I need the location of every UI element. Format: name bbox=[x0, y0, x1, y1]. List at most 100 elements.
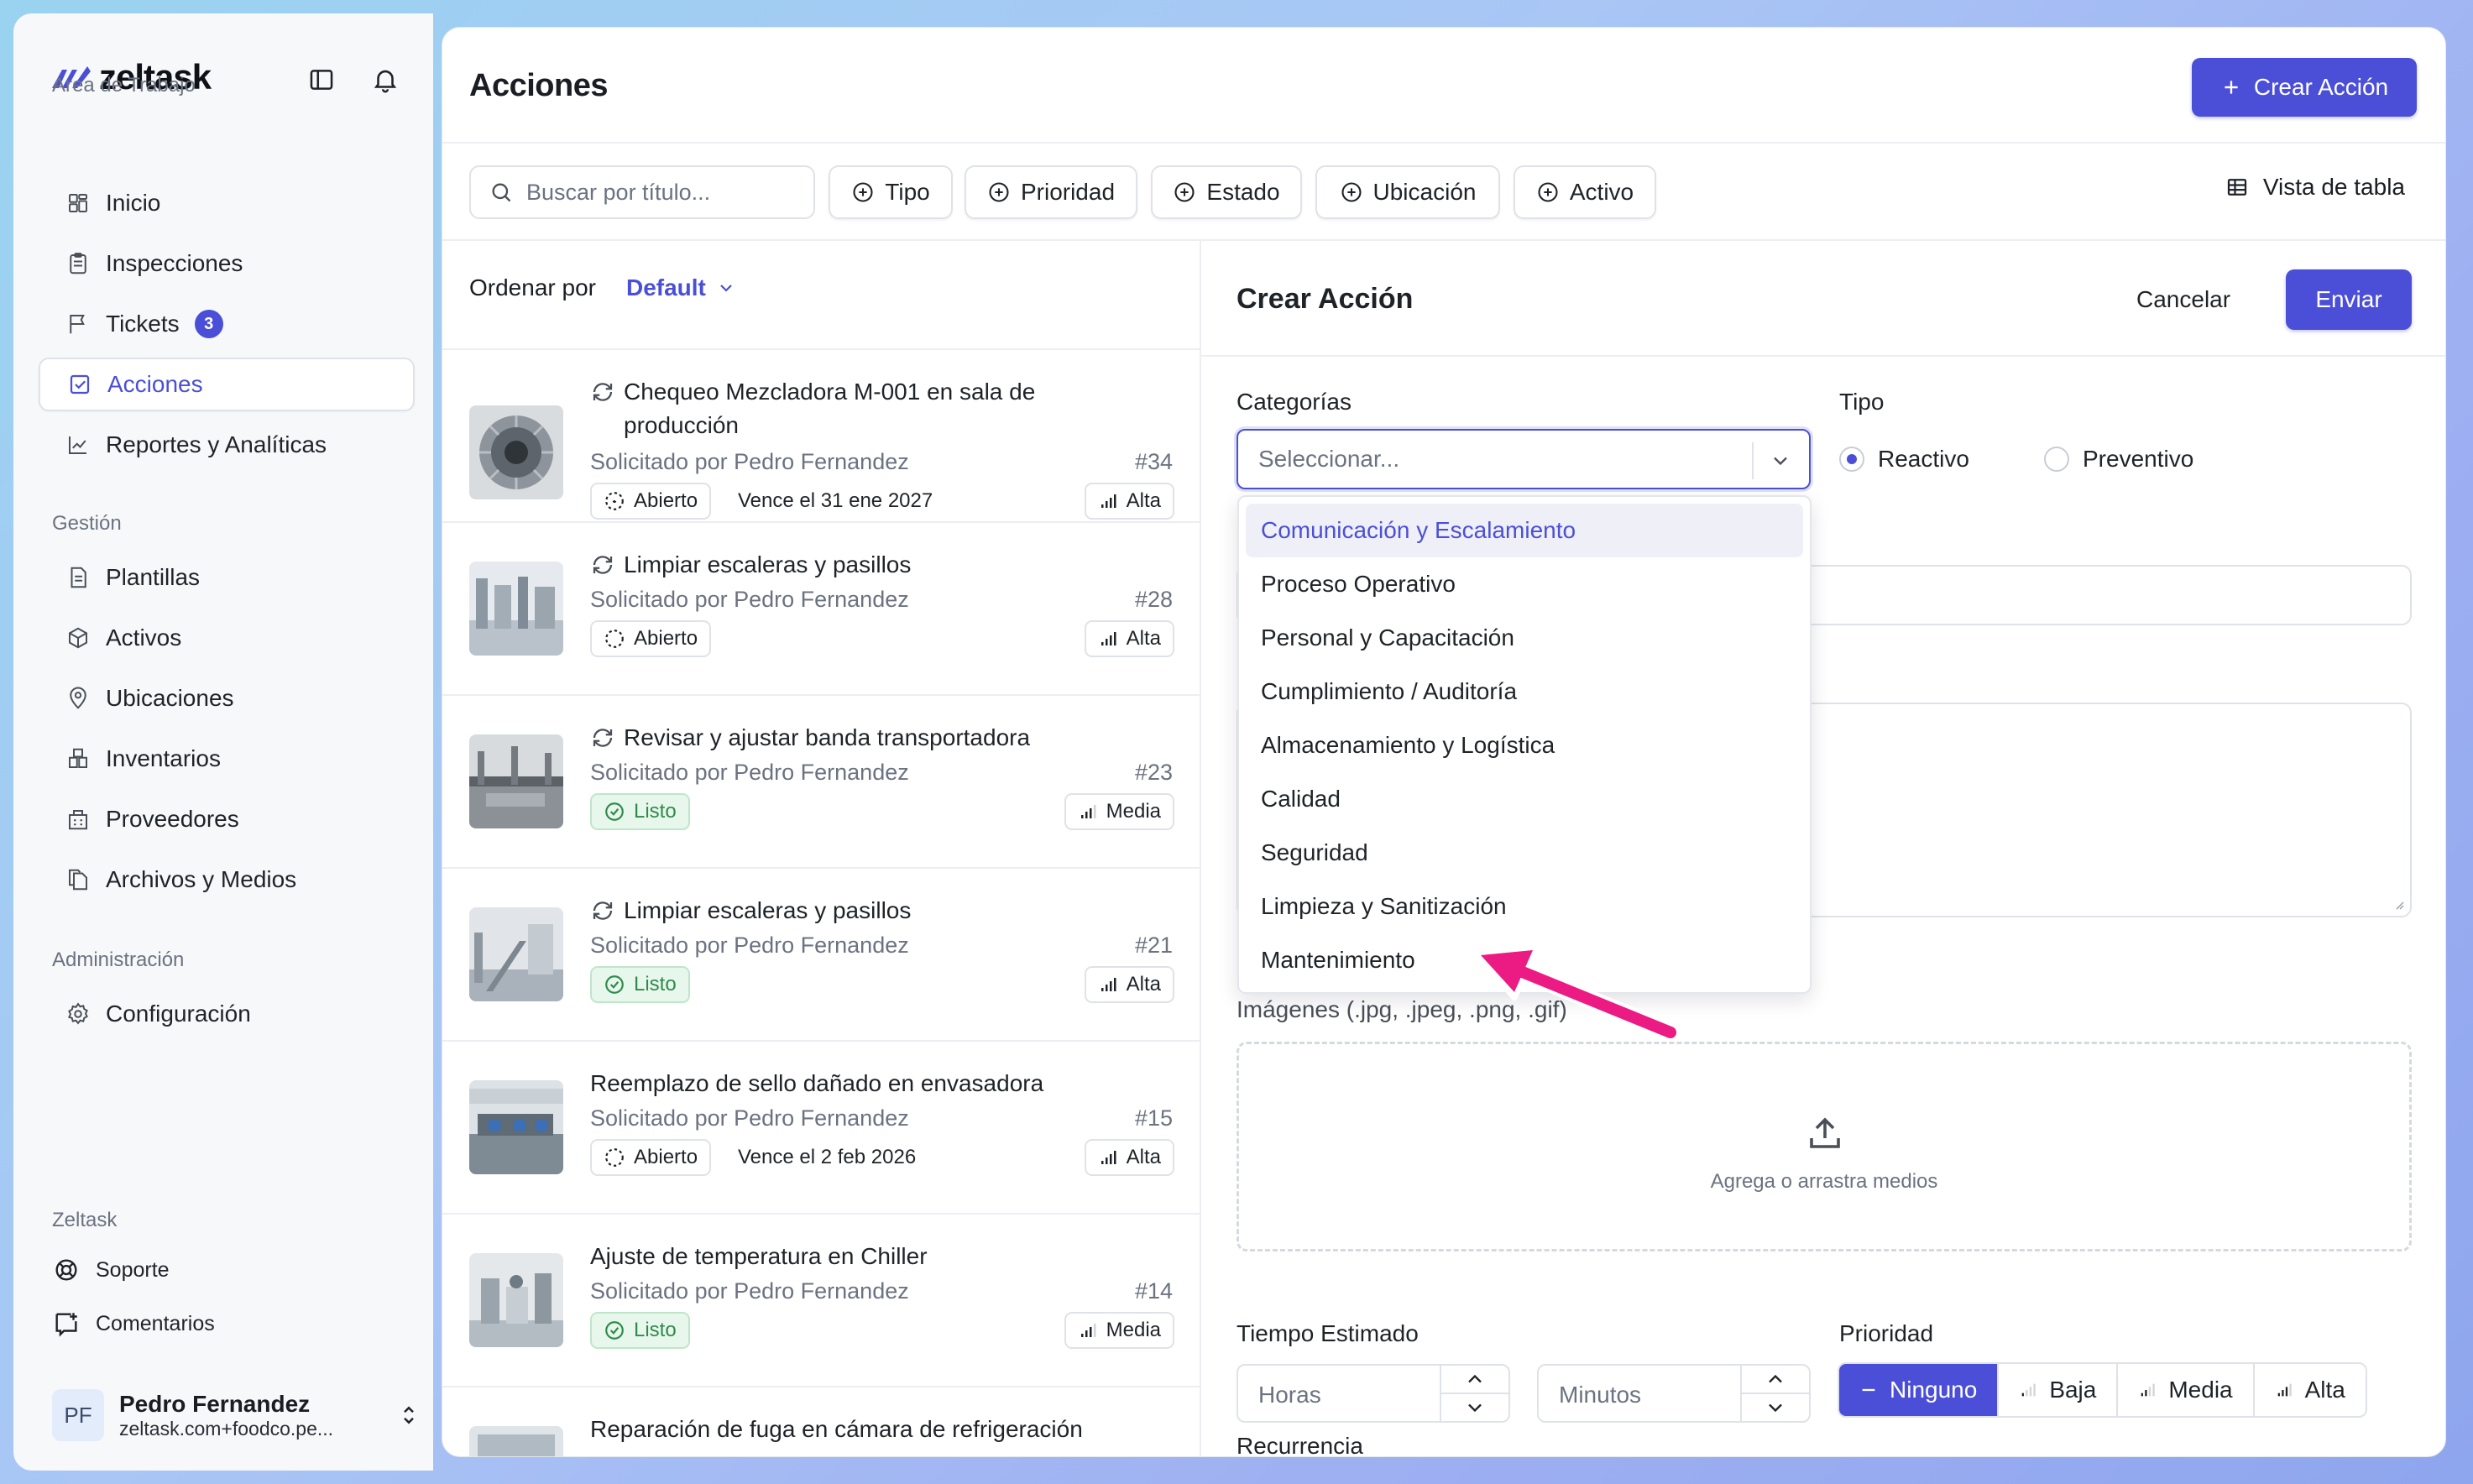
filter-tipo[interactable]: Tipo bbox=[829, 165, 953, 219]
dropdown-option[interactable]: Personal y Capacitación bbox=[1246, 611, 1803, 665]
priority-option-ninguno[interactable]: Ninguno bbox=[1839, 1364, 2000, 1416]
sidebar-item-tickets[interactable]: Tickets 3 bbox=[39, 297, 415, 351]
sidebar-item-acciones[interactable]: Acciones bbox=[39, 358, 415, 411]
list-item[interactable]: Limpiar escaleras y pasillos Solicitado … bbox=[442, 867, 1201, 1040]
sidebar-item-label: Inventarios bbox=[106, 745, 221, 771]
table-icon bbox=[2227, 179, 2246, 196]
filter-ubicacion[interactable]: Ubicación bbox=[1315, 165, 1500, 219]
signal-low-icon bbox=[2021, 1383, 2036, 1397]
plus-circle-icon bbox=[1341, 182, 1362, 202]
dropdown-option[interactable]: Seguridad bbox=[1246, 826, 1803, 880]
priority-option-alta[interactable]: Alta bbox=[2255, 1364, 2366, 1416]
priority-option-media[interactable]: Media bbox=[2118, 1364, 2255, 1416]
sort-value: Default bbox=[625, 274, 706, 300]
sidebar-item-label: Comentarios bbox=[96, 1311, 215, 1335]
upload-icon bbox=[1810, 1117, 1840, 1148]
search-input[interactable] bbox=[526, 179, 795, 206]
priority-badge: Alta bbox=[1084, 966, 1174, 1003]
list-item[interactable]: Ajuste de temperatura en Chiller Solicit… bbox=[442, 1213, 1201, 1386]
categories-dropdown: Comunicación y Escalamiento Proceso Oper… bbox=[1237, 495, 1812, 994]
bell-icon[interactable] bbox=[371, 65, 400, 94]
list-item[interactable]: Reparación de fuga en cámara de refriger… bbox=[442, 1386, 1201, 1456]
list-item[interactable]: Revisar y ajustar banda transportadora S… bbox=[442, 694, 1201, 867]
create-action-button[interactable]: Crear Acción bbox=[2192, 58, 2417, 117]
sidebar-item-reportes[interactable]: Reportes y Analíticas bbox=[39, 418, 415, 472]
sidebar-item-ubicaciones[interactable]: Ubicaciones bbox=[39, 671, 415, 725]
action-number: #23 bbox=[1134, 760, 1173, 785]
action-number: #21 bbox=[1134, 933, 1173, 958]
chevron-down-icon[interactable] bbox=[1764, 1398, 1787, 1418]
hours-stepper[interactable] bbox=[1440, 1366, 1508, 1421]
search-box[interactable] bbox=[469, 165, 815, 219]
create-action-label: Crear Acción bbox=[2253, 74, 2389, 100]
sidebar-item-inspecciones[interactable]: Inspecciones bbox=[39, 237, 415, 290]
media-dropzone[interactable]: Agrega o arrastra medios bbox=[1236, 1042, 2412, 1251]
filter-label: Ubicación bbox=[1372, 179, 1477, 205]
resize-handle-icon[interactable] bbox=[2392, 897, 2405, 911]
priority-badge: Media bbox=[1064, 793, 1174, 830]
list-item[interactable]: Limpiar escaleras y pasillos Solicitado … bbox=[442, 521, 1201, 694]
categories-select[interactable]: Seleccionar... bbox=[1236, 429, 1811, 489]
chevron-up-icon[interactable] bbox=[1764, 1369, 1787, 1389]
categories-placeholder: Seleccionar... bbox=[1258, 446, 1400, 472]
hours-input[interactable]: Horas bbox=[1236, 1364, 1510, 1423]
dropzone-text: Agrega o arrastra medios bbox=[1710, 1170, 1938, 1193]
dropdown-option[interactable]: Calidad bbox=[1246, 772, 1803, 826]
signal-medium-icon bbox=[1080, 805, 1096, 818]
requested-by: Solicitado por Pedro Fernandez bbox=[590, 933, 909, 958]
checkbox-icon bbox=[70, 374, 90, 395]
submit-button[interactable]: Enviar bbox=[2286, 269, 2412, 330]
sidebar-item-activos[interactable]: Activos bbox=[39, 611, 415, 665]
cancel-button[interactable]: Cancelar bbox=[2136, 286, 2230, 313]
action-title: Reemplazo de sello dañado en envasadora bbox=[590, 1070, 1044, 1096]
sort-dropdown[interactable]: Default bbox=[626, 274, 736, 301]
chevron-up-icon[interactable] bbox=[1463, 1369, 1487, 1389]
action-thumbnail bbox=[469, 734, 563, 828]
dropdown-option[interactable]: Cumplimiento / Auditoría bbox=[1246, 665, 1803, 718]
action-title: Chequeo Mezcladora M-001 en sala de prod… bbox=[590, 375, 1111, 442]
tickets-count-badge: 3 bbox=[194, 310, 223, 338]
priority-option-baja[interactable]: Baja bbox=[1999, 1364, 2119, 1416]
action-title: Reparación de fuga en cámara de refriger… bbox=[590, 1416, 1083, 1442]
action-thumbnail bbox=[469, 1080, 563, 1174]
user-menu[interactable]: PF Pedro Fernandez zeltask.com+foodco.pe… bbox=[52, 1382, 421, 1449]
type-radio-preventivo[interactable]: Preventivo bbox=[2044, 446, 2193, 473]
filter-estado[interactable]: Estado bbox=[1151, 165, 1302, 219]
sidebar-toggle-icon[interactable] bbox=[307, 65, 336, 94]
type-radio-reactivo[interactable]: Reactivo bbox=[1839, 446, 1969, 473]
sidebar-item-inventarios[interactable]: Inventarios bbox=[39, 732, 415, 786]
sidebar-item-configuracion[interactable]: Configuración bbox=[39, 987, 415, 1041]
dropdown-option[interactable]: Comunicación y Escalamiento bbox=[1246, 504, 1803, 557]
sort-label: Ordenar por bbox=[469, 274, 596, 300]
minutes-input[interactable]: Minutos bbox=[1537, 1364, 1811, 1423]
filter-prioridad[interactable]: Prioridad bbox=[965, 165, 1137, 219]
filter-activo[interactable]: Activo bbox=[1514, 165, 1656, 219]
minutes-stepper[interactable] bbox=[1740, 1366, 1809, 1421]
sidebar-item-label: Activos bbox=[106, 624, 182, 651]
sidebar-item-label: Inspecciones bbox=[106, 250, 243, 276]
sidebar-item-comentarios[interactable]: Comentarios bbox=[52, 1309, 215, 1338]
section-label-admin: Administración bbox=[52, 948, 185, 971]
dropdown-option[interactable]: Proceso Operativo bbox=[1246, 557, 1803, 611]
due-date: Vence el 31 ene 2027 bbox=[738, 489, 933, 512]
sidebar-item-proveedores[interactable]: Proveedores bbox=[39, 792, 415, 846]
sidebar-item-archivos[interactable]: Archivos y Medios bbox=[39, 853, 415, 907]
flag-icon bbox=[70, 315, 85, 334]
sidebar-item-soporte[interactable]: Soporte bbox=[52, 1256, 170, 1284]
chevron-down-icon[interactable] bbox=[1463, 1398, 1487, 1418]
action-number: #28 bbox=[1134, 587, 1173, 612]
sidebar-item-label: Tickets bbox=[106, 311, 180, 337]
sidebar-item-inicio[interactable]: Inicio bbox=[39, 176, 415, 230]
list-item[interactable]: Reemplazo de sello dañado en envasadora … bbox=[442, 1040, 1201, 1213]
dropdown-option[interactable]: Almacenamiento y Logística bbox=[1246, 718, 1803, 772]
priority-segmented-control[interactable]: Ninguno Baja Media Alta bbox=[1838, 1362, 2367, 1418]
sidebar-item-plantillas[interactable]: Plantillas bbox=[39, 551, 415, 604]
avatar: PF bbox=[52, 1389, 104, 1441]
requested-by: Solicitado por Pedro Fernandez bbox=[590, 1278, 909, 1304]
table-view-toggle[interactable]: Vista de tabla bbox=[2225, 174, 2405, 201]
priority-badge: Media bbox=[1064, 1312, 1174, 1349]
requested-by: Solicitado por Pedro Fernandez bbox=[590, 587, 909, 612]
list-item[interactable]: Chequeo Mezcladora M-001 en sala de prod… bbox=[442, 348, 1201, 521]
open-status-icon bbox=[605, 1148, 624, 1167]
dropdown-option[interactable]: Limpieza y Sanitización bbox=[1246, 880, 1803, 933]
